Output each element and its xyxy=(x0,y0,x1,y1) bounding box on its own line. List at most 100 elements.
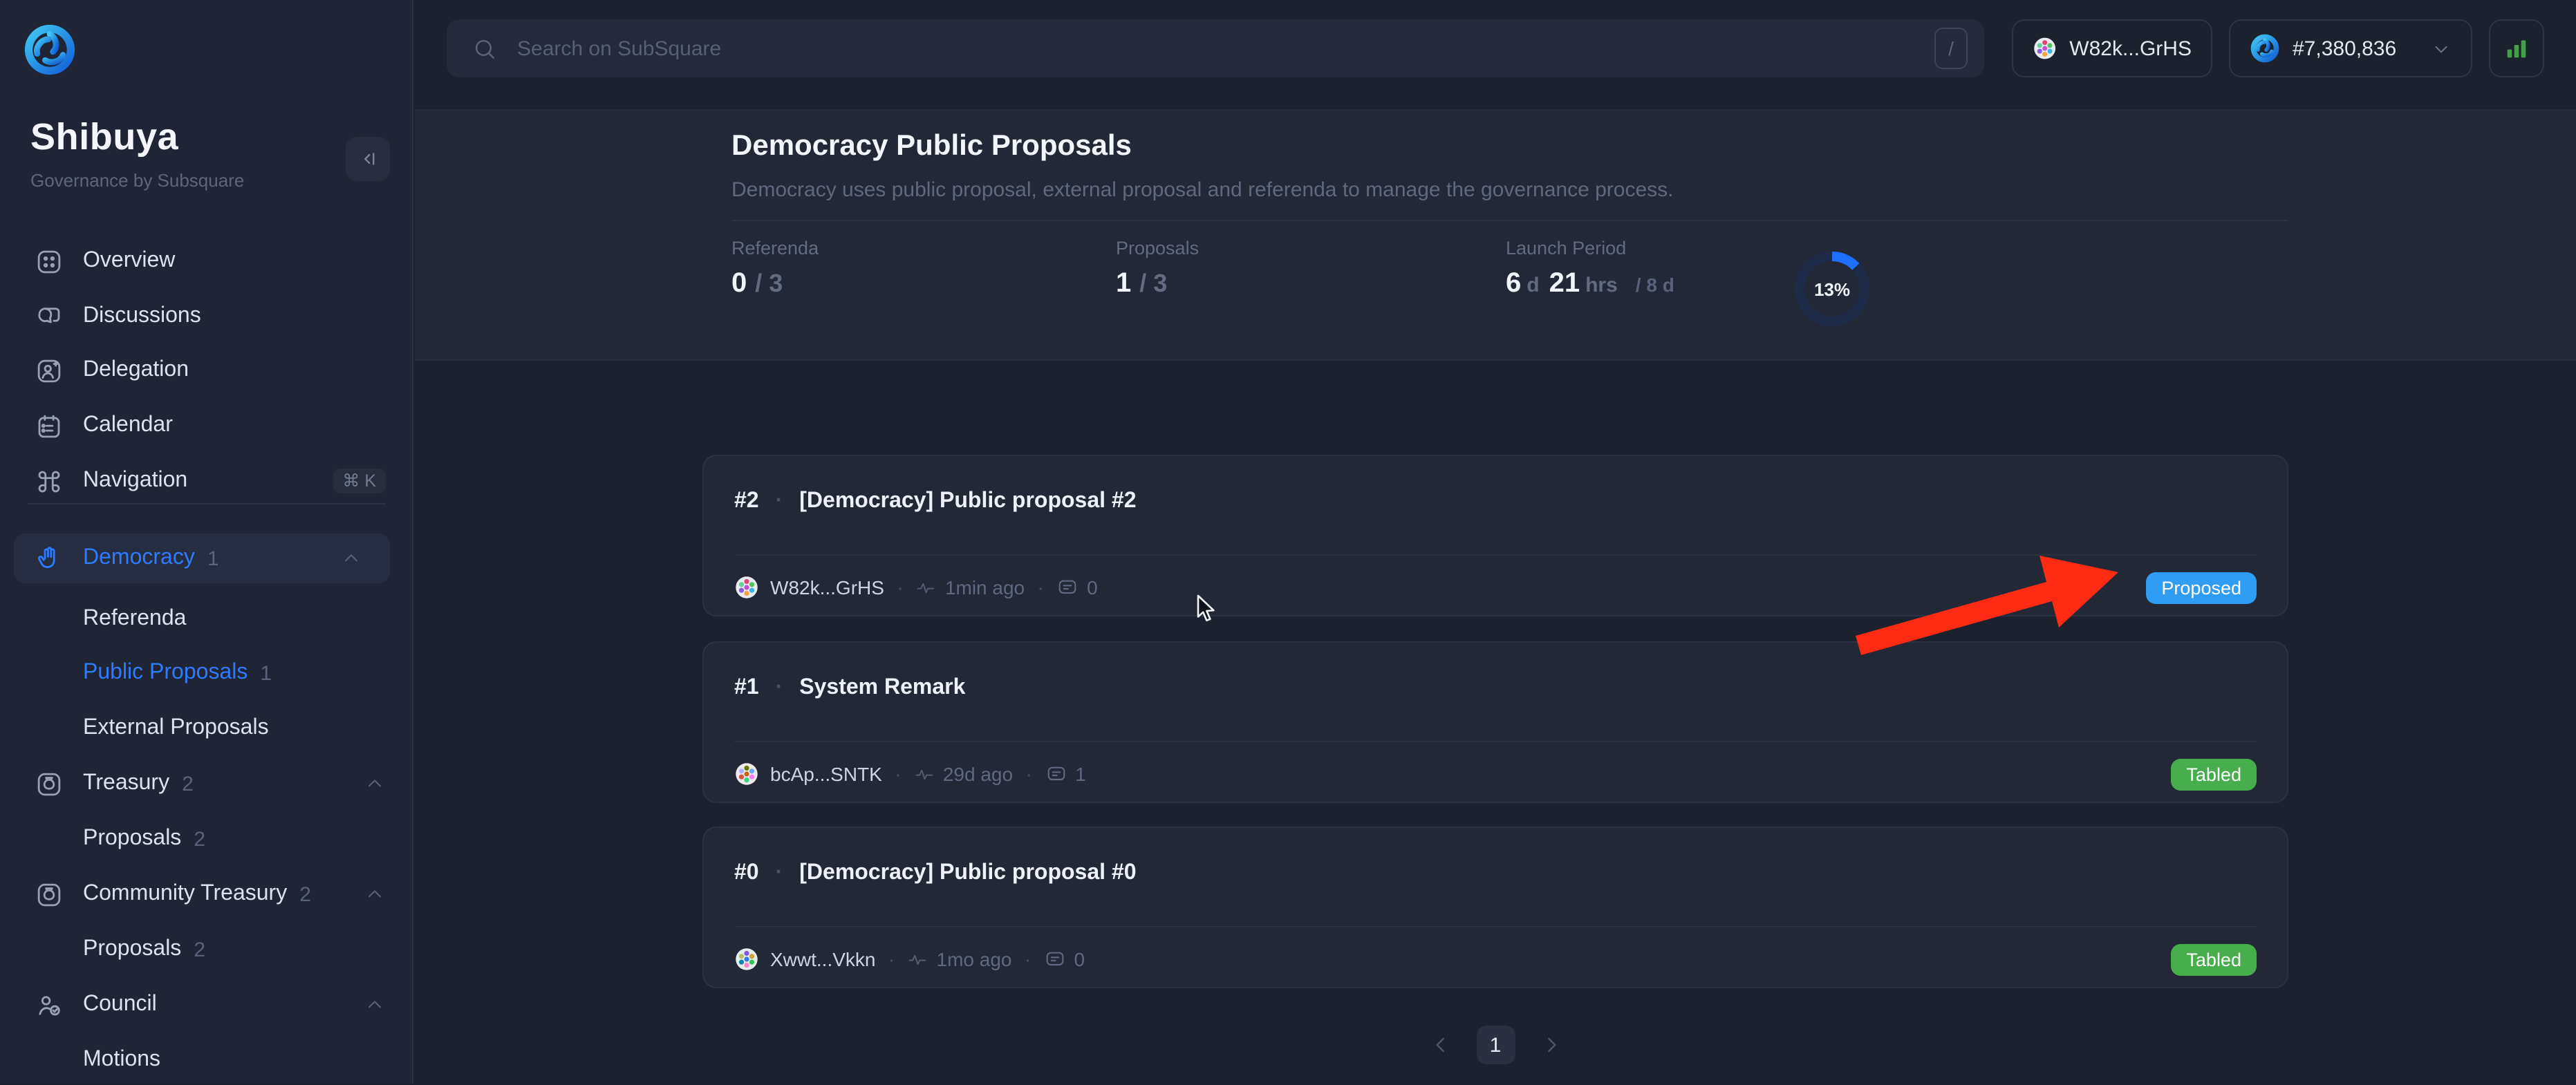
bar-chart-icon xyxy=(2503,35,2530,62)
author-identicon xyxy=(734,762,759,786)
separator-dot: · xyxy=(1024,947,1031,971)
launch-progress-ring: 13% xyxy=(1795,252,1869,326)
proposal-id: #1 xyxy=(734,670,759,706)
sidebar-item-delegation[interactable]: Delegation xyxy=(0,346,413,395)
navigation-shortcut-badge: ⌘ K xyxy=(333,469,386,494)
search-shortcut-hint: / xyxy=(1934,28,1968,69)
proposal-title: System Remark xyxy=(799,670,965,706)
sidebar-item-navigation[interactable]: Navigation ⌘ K xyxy=(0,456,413,506)
chevron-up-icon xyxy=(364,773,386,795)
proposal-time: 1min ago xyxy=(945,576,1025,598)
page-number[interactable]: 1 xyxy=(1476,1026,1515,1064)
sidebar-item-overview[interactable]: Overview xyxy=(0,236,413,286)
sidebar-section-democracy[interactable]: Democracy 1 xyxy=(14,534,390,583)
page-title: Democracy Public Proposals xyxy=(731,130,1132,163)
command-icon xyxy=(35,466,64,496)
comment-count: 0 xyxy=(1087,576,1098,598)
launch-progress-percent: 13% xyxy=(1814,279,1850,299)
sidebar-item-community-proposals[interactable]: Proposals 2 xyxy=(0,925,413,974)
chat-icon xyxy=(35,302,64,331)
proposal-title: [Democracy] Public proposal #2 xyxy=(799,484,1136,520)
proposal-author[interactable]: W82k...GrHS xyxy=(770,576,884,598)
proposal-card[interactable]: #2 · [Democracy] Public proposal #2 W82k… xyxy=(702,455,2288,616)
page-next-icon[interactable] xyxy=(1538,1032,1563,1057)
proposal-card[interactable]: #0 · [Democracy] Public proposal #0 Xwwt… xyxy=(702,827,2288,988)
sidebar-item-calendar[interactable]: Calendar xyxy=(0,401,413,451)
chevron-up-icon xyxy=(364,994,386,1016)
proposal-author[interactable]: Xwwt...Vkkn xyxy=(770,948,876,970)
person-add-icon xyxy=(35,356,64,385)
search-input[interactable] xyxy=(514,35,1934,62)
separator-dot: · xyxy=(888,947,895,971)
comment-icon xyxy=(1045,763,1067,785)
proposal-id: #0 xyxy=(734,856,759,891)
search-bar[interactable]: / xyxy=(447,19,1984,77)
sidebar: Shibuya Governance by Subsquare Overview… xyxy=(0,0,413,1084)
comment-count: 0 xyxy=(1074,948,1085,970)
stat-proposals: Proposals 1/ 3 xyxy=(1116,238,1199,300)
sidebar-collapse-button[interactable] xyxy=(346,137,390,181)
topbar: / W82k...GrHS #7,380,836 xyxy=(415,0,2576,111)
sidebar-item-public-proposals[interactable]: Public Proposals 1 xyxy=(0,648,413,698)
collapse-sidebar-icon xyxy=(355,147,380,171)
chain-logo-icon xyxy=(2250,33,2280,64)
status-badge: Tabled xyxy=(2171,758,2257,790)
sidebar-section-council[interactable]: Council xyxy=(0,980,413,1030)
separator-dot: · xyxy=(776,856,783,891)
account-identicon xyxy=(2033,33,2057,64)
separator-dot: · xyxy=(776,670,783,706)
page-prev-icon[interactable] xyxy=(1428,1032,1453,1057)
page-description: Democracy uses public proposal, external… xyxy=(731,178,1673,202)
separator-dot: · xyxy=(895,762,902,786)
separator-dot: · xyxy=(1037,576,1044,599)
sidebar-item-external-proposals[interactable]: External Proposals xyxy=(0,704,413,753)
statistics-button[interactable] xyxy=(2489,19,2544,77)
proposal-time: 29d ago xyxy=(943,763,1013,785)
author-identicon xyxy=(734,947,759,972)
sidebar-tagline: Governance by Subsquare xyxy=(30,170,244,191)
calendar-icon xyxy=(35,411,64,440)
democracy-hand-icon xyxy=(35,544,64,573)
page-header: Democracy Public Proposals Democracy use… xyxy=(415,111,2576,361)
chain-logo-icon[interactable] xyxy=(24,23,76,76)
activity-pulse-icon xyxy=(908,949,928,970)
sidebar-section-treasury[interactable]: Treasury 2 xyxy=(0,759,413,809)
sidebar-item-motions[interactable]: Motions xyxy=(0,1035,413,1085)
sidebar-section-community-treasury[interactable]: Community Treasury 2 xyxy=(0,869,413,919)
author-identicon xyxy=(734,575,759,600)
block-height-button[interactable]: #7,380,836 xyxy=(2229,19,2472,77)
sidebar-item-referenda[interactable]: Referenda xyxy=(0,594,413,644)
stat-referenda: Referenda 0/ 3 xyxy=(731,238,819,300)
proposal-list-section: List 3 New Proposal #2 · [Democracy] Pub… xyxy=(415,361,2576,1084)
chevron-down-icon xyxy=(2431,38,2452,59)
proposal-card[interactable]: #1 · System Remark bcAp...SNTK · 29d ago… xyxy=(702,641,2288,803)
proposal-id: #2 xyxy=(734,484,759,520)
status-badge: Tabled xyxy=(2171,943,2257,975)
separator-dot: · xyxy=(897,576,904,599)
status-badge: Proposed xyxy=(2146,572,2257,603)
card-divider xyxy=(734,741,2257,742)
chain-name: Shibuya xyxy=(30,116,178,159)
activity-pulse-icon xyxy=(914,764,935,784)
separator-dot: · xyxy=(776,484,783,520)
account-button[interactable]: W82k...GrHS xyxy=(2012,19,2212,77)
sidebar-item-discussions[interactable]: Discussions xyxy=(0,292,413,341)
subsquare-app: Shibuya Governance by Subsquare Overview… xyxy=(0,0,2576,1084)
sidebar-item-treasury-proposals[interactable]: Proposals 2 xyxy=(0,814,413,864)
proposal-title: [Democracy] Public proposal #0 xyxy=(799,856,1136,891)
header-divider xyxy=(731,220,2288,221)
activity-pulse-icon xyxy=(916,577,937,598)
proposal-time: 1mo ago xyxy=(937,948,1012,970)
search-icon xyxy=(472,35,498,62)
comment-icon xyxy=(1043,948,1065,970)
treasury-bag-icon xyxy=(35,880,64,909)
council-members-icon xyxy=(35,990,64,1019)
card-divider xyxy=(734,926,2257,927)
chevron-up-icon xyxy=(364,883,386,905)
proposal-author[interactable]: bcAp...SNTK xyxy=(770,763,882,785)
separator-dot: · xyxy=(1025,762,1032,786)
stat-launch-period: Launch Period 6d21hrs/ 8 d xyxy=(1506,238,1674,300)
comment-icon xyxy=(1056,576,1079,598)
sidebar-divider xyxy=(28,503,386,504)
chevron-up-icon xyxy=(340,547,362,569)
